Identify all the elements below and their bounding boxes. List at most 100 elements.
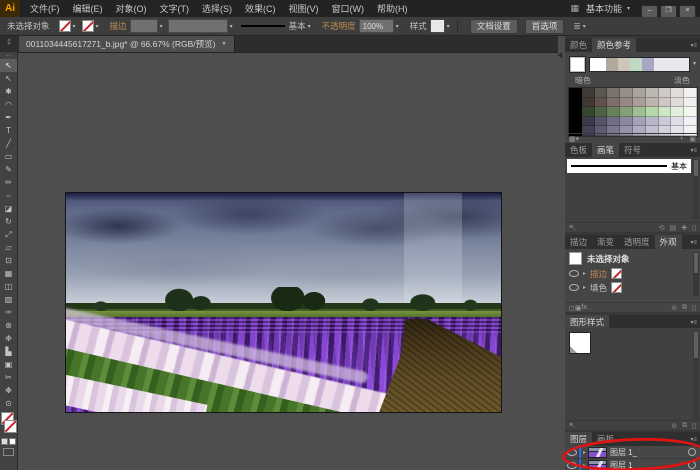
panel-tab[interactable]: 渐变 [592,235,619,249]
menu-item[interactable]: 对象(O) [116,2,147,15]
panel-action-icon[interactable]: fx. [581,304,588,311]
panel-action-icon[interactable]: ⟲ [659,224,665,232]
paintbrush-tool[interactable]: ✎ [0,163,17,176]
panel-menu-icon[interactable]: ▾≡ [690,143,700,157]
visibility-cell[interactable] [565,459,579,470]
color-swatch[interactable] [595,98,608,108]
layer-thumbnail[interactable] [588,447,607,458]
color-swatch[interactable] [620,98,633,108]
slice-tool[interactable]: ✂ [0,371,17,384]
brush-item[interactable]: 基本 [567,159,691,173]
appearance-row-label[interactable]: 填色 [590,282,607,294]
stroke-weight-input[interactable] [130,19,158,33]
panel-action-icon[interactable]: ▤ [670,224,677,232]
color-swatch[interactable] [633,88,646,98]
visibility-eye-icon[interactable] [567,449,577,456]
color-swatch[interactable] [633,98,646,108]
eyedropper-tool[interactable]: ✑ [0,306,17,319]
color-swatch[interactable] [671,117,684,127]
hand-tool[interactable]: ✥ [0,384,17,397]
layer-target-icon[interactable] [688,448,696,456]
color-swatch[interactable] [684,107,697,117]
eraser-tool[interactable]: ◪ [0,202,17,215]
graphic-style-item[interactable] [569,332,591,354]
expand-triangle-icon[interactable]: ▸ [583,462,586,469]
collapse-panels-icon[interactable]: ◀ [557,51,562,59]
stroke-swatch[interactable] [4,420,17,433]
menu-item[interactable]: 帮助(H) [377,2,408,15]
panel-menu-icon[interactable]: ▾≡ [690,315,700,329]
workspace-switcher[interactable]: 基本功能 ▾ [586,2,632,15]
color-swatch[interactable] [646,88,659,98]
harmony-color[interactable] [618,58,630,71]
panel-tab[interactable]: 颜色参考 [592,38,636,52]
color-swatch[interactable] [595,107,608,117]
panel-action-icon[interactable]: ⧉ [682,422,687,430]
panel-tab[interactable]: 图层 [565,432,592,446]
layer-target-icon[interactable] [688,461,696,469]
appearance-row[interactable]: ▸填色 [569,281,622,294]
line-segment-tool[interactable]: ╱ [0,137,17,150]
panel-menu-icon[interactable]: ▾≡ [690,235,700,249]
brush-libraries-icon[interactable]: ≡, [569,224,575,231]
color-swatch[interactable] [646,107,659,117]
selection-tool[interactable]: ↖ [0,59,17,72]
workspace-grid-icon[interactable]: ▦ [570,3,579,14]
color-swatch[interactable] [671,107,684,117]
panel-action-icon[interactable]: ✚ [681,224,687,232]
shear-tool[interactable]: ▱ [0,241,17,254]
tab-graphic-styles[interactable]: 图形样式 [565,315,609,329]
panel-action-icon[interactable]: ⧉ [682,304,687,312]
color-swatch[interactable] [659,107,672,117]
artboard-tool[interactable]: ▣ [0,358,17,371]
panel-tab[interactable]: 外观 [655,235,682,249]
color-swatch[interactable] [620,117,633,127]
color-swatch[interactable] [569,88,582,98]
pencil-tool[interactable]: ✏ [0,176,17,189]
styles-libraries-icon[interactable]: ≡, [569,422,575,429]
placed-image[interactable] [65,192,502,413]
document-setup-button[interactable]: 文档设置 [470,19,518,34]
panel-action-icon[interactable]: ⊘ [671,422,677,430]
none-swatch[interactable] [611,282,622,293]
chevron-down-icon[interactable]: ▾ [96,23,99,30]
opacity-label[interactable]: 不透明度 [322,20,356,32]
layer-thumbnail[interactable] [588,460,607,470]
menu-item[interactable]: 编辑(E) [73,2,103,15]
visibility-eye-icon[interactable] [569,270,579,277]
document-tab[interactable]: 0011034445617271_b.jpg* @ 66.67% (RGB/预览… [19,35,235,52]
menu-item[interactable]: 效果(C) [245,2,276,15]
harmony-color[interactable] [606,58,618,71]
color-swatch[interactable] [659,98,672,108]
scale-tool[interactable]: ⤢ [0,228,17,241]
color-swatch[interactable] [582,88,595,98]
panel-tab[interactable]: 透明度 [619,235,655,249]
chevron-down-icon[interactable]: ▾ [583,23,586,30]
color-swatch[interactable] [569,98,582,108]
panel-action-icon[interactable]: ◐ [680,135,684,143]
color-swatch[interactable] [595,88,608,98]
appearance-row-label[interactable]: 描边 [590,268,607,280]
stroke-label[interactable]: 描边 [110,20,127,32]
drawing-mode-button[interactable] [3,448,14,456]
expand-triangle-icon[interactable]: ▸ [583,449,586,456]
base-color-swatch[interactable] [569,56,586,73]
panel-tab[interactable]: 描边 [565,235,592,249]
panel-tab[interactable]: 画板 [592,432,619,446]
preferences-button[interactable]: 首选项 [525,19,565,34]
pen-tool[interactable]: ✒ [0,111,17,124]
color-swatch[interactable] [569,117,582,127]
chevron-down-icon[interactable]: ▾ [73,23,76,30]
panel-action-icon[interactable]: ▯ [692,304,696,312]
color-swatch[interactable] [582,98,595,108]
color-swatch[interactable] [671,98,684,108]
style-swatch[interactable] [430,19,445,33]
direct-selection-tool[interactable]: ↖ [0,72,17,85]
color-swatch[interactable] [607,88,620,98]
harmony-color[interactable] [630,58,642,71]
chevron-down-icon[interactable]: ▾ [230,23,233,30]
color-swatch[interactable] [607,98,620,108]
align-options-icon[interactable]: ≣ [573,21,581,32]
gradient-tool[interactable]: ▧ [0,293,17,306]
appearance-row[interactable]: ▸描边 [569,267,622,280]
